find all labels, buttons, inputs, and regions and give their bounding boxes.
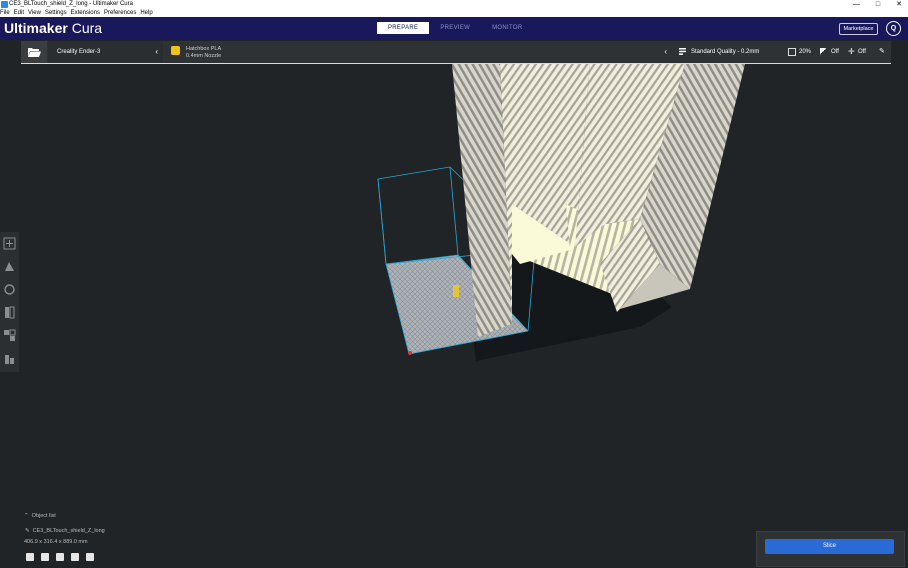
support-icon — [820, 48, 826, 55]
app-logo: Ultimaker Cura — [4, 20, 103, 36]
menu-preferences[interactable]: Preferences — [104, 9, 136, 17]
menu-settings[interactable]: Settings — [45, 9, 67, 17]
3d-viewport[interactable] — [0, 64, 908, 568]
material-spool-icon — [171, 46, 180, 55]
view-orientation-buttons — [26, 553, 94, 561]
menu-help[interactable]: Help — [140, 9, 152, 17]
mirror-tool-icon[interactable] — [3, 306, 16, 319]
view-top-icon[interactable] — [56, 553, 64, 561]
action-panel: Slice — [756, 531, 905, 567]
window-titlebar: CE3_BLTouch_shield_Z_long - Ultimaker Cu… — [0, 0, 908, 9]
adhesion-value: Off — [858, 49, 866, 55]
marketplace-button[interactable]: Marketplace — [839, 23, 878, 35]
app-icon — [1, 1, 8, 8]
menu-extensions[interactable]: Extensions — [71, 9, 100, 17]
view-front-icon[interactable] — [41, 553, 49, 561]
menu-edit[interactable]: Edit — [14, 9, 24, 17]
menu-file[interactable]: File — [0, 9, 10, 17]
stage-tabs: PREPARE PREVIEW MONITOR — [377, 22, 533, 34]
tab-preview[interactable]: PREVIEW — [429, 22, 481, 34]
view-left-icon[interactable] — [71, 553, 79, 561]
scale-tool-icon[interactable] — [3, 260, 16, 273]
view-3d-icon[interactable] — [26, 553, 34, 561]
pencil-icon[interactable]: ✎ — [879, 41, 885, 63]
tab-monitor[interactable]: MONITOR — [481, 22, 533, 34]
print-settings-selector[interactable]: Standard Quality - 0.2mm 20% Off ✛ Off ✎ — [677, 41, 891, 63]
material-name: Hatchbox PLA — [186, 46, 222, 52]
printer-selector[interactable]: Creality Ender-3 ‹ — [48, 41, 163, 63]
nozzle-size: 0.4mm Nozzle — [186, 53, 222, 59]
menu-bar: File Edit View Settings Extensions Prefe… — [0, 9, 908, 17]
support-value: Off — [831, 49, 839, 55]
small-part — [453, 285, 459, 297]
window-title: CE3_BLTouch_shield_Z_long - Ultimaker Cu… — [9, 1, 133, 7]
open-file-button[interactable] — [21, 41, 47, 63]
tab-prepare[interactable]: PREPARE — [377, 22, 430, 34]
per-model-settings-icon[interactable] — [3, 329, 16, 342]
app-header: Ultimaker Cura PREPARE PREVIEW MONITOR M… — [0, 17, 908, 40]
object-dimensions: 406.9 x 316.4 x 889.0 mm — [24, 539, 88, 545]
infill-value: 20% — [799, 49, 812, 55]
material-selector[interactable]: Hatchbox PLA 0.4mm Nozzle ‹ — [165, 41, 675, 63]
minimize-button[interactable]: — — [853, 0, 860, 9]
view-right-icon[interactable] — [86, 553, 94, 561]
folder-open-icon — [27, 48, 41, 57]
rotate-tool-icon[interactable] — [3, 283, 16, 296]
menu-view[interactable]: View — [28, 9, 41, 17]
window-controls: — □ ✕ — [853, 0, 902, 9]
close-button[interactable]: ✕ — [896, 0, 902, 9]
object-list-toggle[interactable]: ⌃ Object list — [24, 513, 56, 519]
quality-profile-icon — [679, 48, 686, 55]
settings-bar: Creality Ender-3 ‹ Hatchbox PLA 0.4mm No… — [21, 41, 891, 64]
move-tool-icon[interactable] — [3, 237, 16, 250]
slice-button[interactable]: Slice — [765, 539, 894, 554]
chevron-left-icon: ‹ — [664, 47, 667, 56]
support-blocker-icon[interactable] — [3, 352, 16, 365]
chevron-up-icon: ⌃ — [24, 513, 29, 519]
object-name: CE3_BLTouch_shield_Z_long — [32, 528, 105, 534]
account-button[interactable]: Q — [886, 21, 901, 36]
object-name-row[interactable]: ✎ CE3_BLTouch_shield_Z_long — [25, 528, 105, 534]
printer-name: Creality Ender-3 — [57, 49, 101, 55]
adhesion-icon: ✛ — [848, 47, 855, 56]
pencil-icon: ✎ — [25, 528, 30, 534]
maximize-button[interactable]: □ — [876, 0, 880, 9]
tool-panel — [0, 232, 19, 372]
quality-profile-label: Standard Quality - 0.2mm — [691, 49, 760, 55]
origin-marker — [408, 351, 412, 355]
infill-icon — [788, 48, 796, 56]
chevron-left-icon: ‹ — [155, 47, 158, 56]
